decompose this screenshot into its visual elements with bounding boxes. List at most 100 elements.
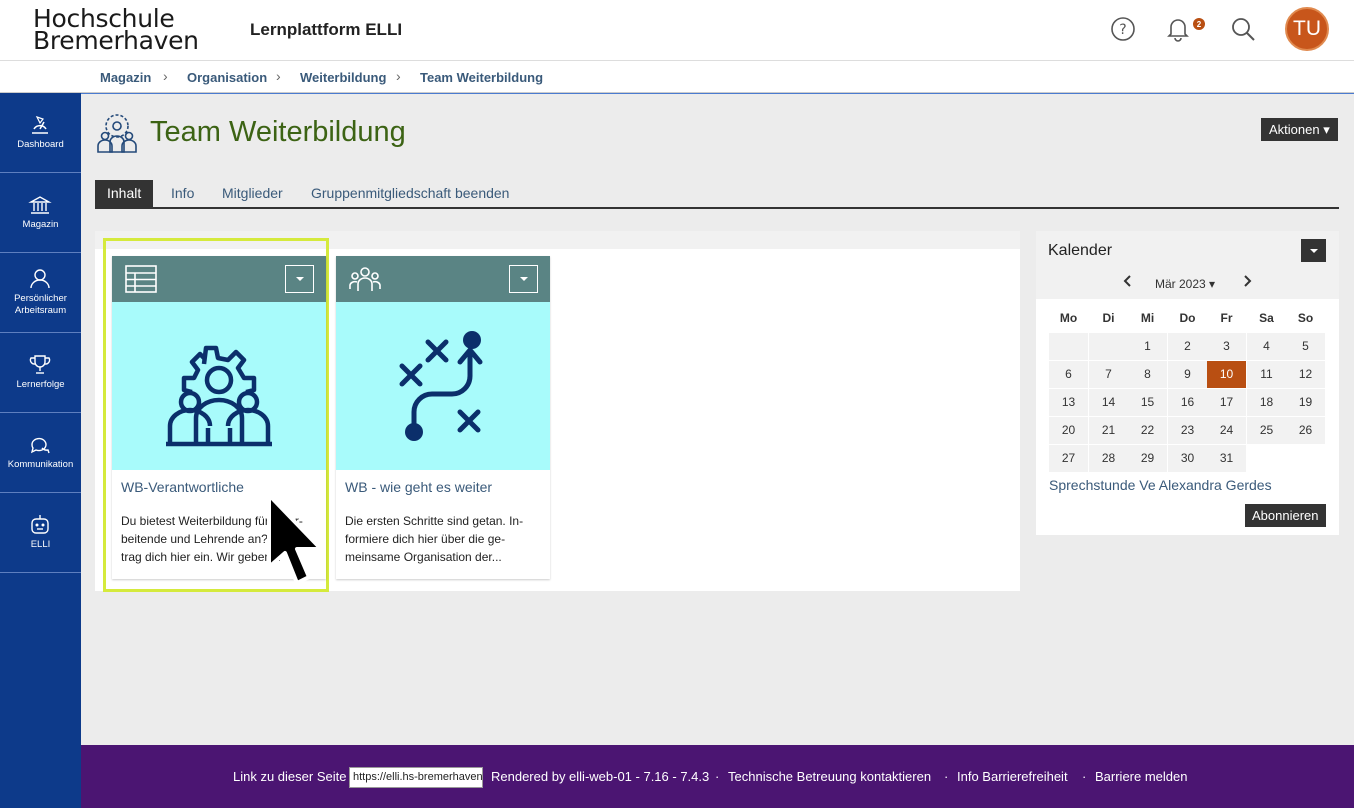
breadcrumb-item[interactable]: Magazin [100,70,151,85]
platform-title: Lernplattform ELLI [250,20,403,39]
calendar-day[interactable]: 8 [1128,361,1167,388]
breadcrumb-item[interactable]: Weiterbildung [300,70,386,85]
tile-title[interactable]: WB-Verantwortliche [121,479,244,495]
calendar-day[interactable]: 26 [1286,417,1325,444]
tab-mitglieder[interactable]: Mitglieder [210,180,295,207]
dashboard-icon [32,115,48,134]
calendar-day[interactable]: 31 [1207,445,1246,472]
calendar-day[interactable]: 11 [1247,361,1286,388]
calendar-event-link[interactable]: Sprechstunde Ve Alexandra Gerdes [1049,477,1272,493]
sidebar-item-lernerfolge[interactable]: Lernerfolge [0,333,81,413]
chat-icon [30,437,50,454]
calendar-day[interactable]: 20 [1049,417,1088,444]
caret-down-icon [295,277,304,281]
bell-icon[interactable] [1163,14,1193,44]
month-selector[interactable]: Mär 2023 ▾ [1155,277,1215,291]
calendar-day[interactable]: 23 [1168,417,1207,444]
calendar-day[interactable]: 13 [1049,389,1088,416]
tile-dropdown-button[interactable] [285,265,314,293]
calendar-day[interactable]: 6 [1049,361,1088,388]
tile-wb-wie-geht-es-weiter[interactable]: WB - wie geht es weiter Die ersten Schri… [336,256,550,579]
footer-separator: · [944,769,949,784]
calendar-title: Kalender [1048,242,1113,259]
calendar-day-empty [1089,333,1128,360]
svg-text:?: ? [1119,22,1126,38]
tile-header [112,256,326,302]
main-content: Team Weiterbildung Aktionen ▾ Inhalt Inf… [81,93,1354,745]
calendar-day[interactable]: 4 [1247,333,1286,360]
tile-dropdown-button[interactable] [509,265,538,293]
calendar-weekday: Sa [1259,311,1274,325]
sidebar-item-elli[interactable]: ELLI [0,493,81,573]
calendar-day[interactable]: 16 [1168,389,1207,416]
calendar-day[interactable]: 7 [1089,361,1128,388]
tile-title[interactable]: WB - wie geht es weiter [345,479,492,495]
avatar[interactable]: TU [1285,7,1329,51]
calendar-weekday: Mo [1059,311,1078,325]
university-logo[interactable]: Hochschule Bremerhaven [33,6,199,53]
calendar-weekday: Di [1102,311,1115,325]
sidebar-item-dashboard[interactable]: Dashboard [0,93,81,173]
calendar-weekday: Do [1179,311,1196,325]
calendar-day[interactable]: 17 [1207,389,1246,416]
calendar-day[interactable]: 27 [1049,445,1088,472]
actions-dropdown-button[interactable]: Aktionen ▾ [1261,118,1338,141]
calendar-day[interactable]: 24 [1207,417,1246,444]
calendar-day[interactable]: 2 [1168,333,1207,360]
help-icon[interactable]: ? [1108,14,1138,44]
mouse-cursor-icon [267,493,323,585]
calendar-day[interactable]: 21 [1089,417,1128,444]
next-month-icon[interactable] [1243,274,1253,291]
search-icon[interactable] [1228,14,1258,44]
calendar-week-row: 6 7 8 9 10 11 12 [1049,361,1327,389]
calendar-day[interactable]: 19 [1286,389,1325,416]
calendar-day[interactable]: 25 [1247,417,1286,444]
calendar-weekday: Mi [1140,311,1155,325]
breadcrumb: Magazin › Organisation › Weiterbildung ›… [0,61,1354,93]
chevron-right-icon: › [163,68,168,84]
calendar-widget: Kalender Mär 2023 ▾ Mo Di Mi Do Fr Sa So 1 2 3 4 5 6… [1036,231,1339,535]
calendar-day[interactable]: 1 [1128,333,1167,360]
calendar-weekday: Fr [1220,311,1233,325]
calendar-day[interactable]: 9 [1168,361,1207,388]
permalink-field[interactable]: https://elli.hs-bremerhaven.de [349,767,483,788]
tab-inhalt[interactable]: Inhalt [95,180,154,207]
calendar-day[interactable]: 12 [1286,361,1325,388]
previous-month-icon[interactable] [1122,274,1132,291]
library-icon [28,196,52,214]
strategy-path-illustration [399,331,483,441]
footer-report-link[interactable]: Barriere melden [1095,769,1188,784]
calendar-weekday-row: Mo Di Mi Do Fr Sa So [1049,305,1327,333]
user-icon [30,269,50,289]
group-gear-icon [97,114,137,153]
chevron-right-icon: › [396,68,401,84]
sidebar-item-kommunikation[interactable]: Kommunikation [0,413,81,493]
calendar-day[interactable]: 5 [1286,333,1325,360]
calendar-day[interactable]: 29 [1128,445,1167,472]
calendar-dropdown-button[interactable] [1301,239,1326,262]
calendar-day[interactable]: 3 [1207,333,1246,360]
breadcrumb-item[interactable]: Organisation [187,70,267,85]
calendar-day[interactable]: 18 [1247,389,1286,416]
footer-accessibility-link[interactable]: Info Barrierefreiheit [957,769,1068,784]
calendar-day-empty [1247,445,1286,472]
main-sidebar: Dashboard Magazin Persönlicher Arbeitsra… [0,93,81,808]
tab-info[interactable]: Info [159,180,206,207]
sidebar-item-magazin[interactable]: Magazin [0,173,81,253]
caret-down-icon [519,277,528,281]
sidebar-item-personal-workspace[interactable]: Persönlicher Arbeitsraum [0,253,81,333]
footer-support-link[interactable]: Technische Betreuung kontaktieren [728,769,931,784]
calendar-day[interactable]: 28 [1089,445,1128,472]
tile-description: Die ersten Schritte sind getan. In- form… [345,514,524,564]
calendar-day[interactable]: 15 [1128,389,1167,416]
tile-image [336,302,550,470]
tab-leave-group[interactable]: Gruppenmitgliedschaft beenden [299,180,521,207]
breadcrumb-item-current[interactable]: Team Weiterbildung [420,70,543,85]
calendar-day-today[interactable]: 10 [1207,361,1246,388]
calendar-week-row: 27 28 29 30 31 [1049,445,1327,473]
calendar-day[interactable]: 14 [1089,389,1128,416]
calendar-day[interactable]: 30 [1168,445,1207,472]
page-title: Team Weiterbildung [150,116,406,148]
calendar-day[interactable]: 22 [1128,417,1167,444]
subscribe-button[interactable]: Abonnieren [1245,504,1326,527]
